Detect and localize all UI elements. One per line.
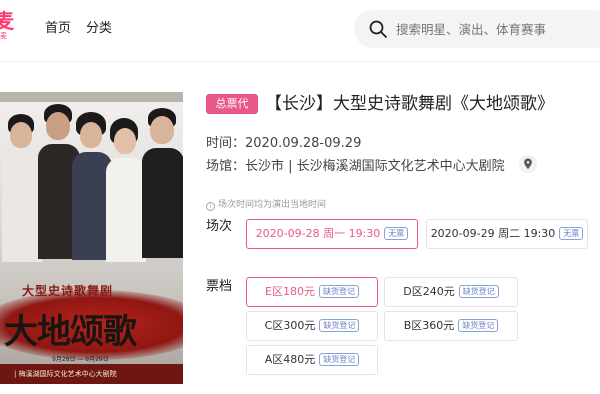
poster-subtitle: 大型史诗歌舞剧	[22, 284, 114, 298]
session-option-0928[interactable]: 2020-09-28 周一 19:30 无票	[246, 219, 418, 249]
session-option-0929[interactable]: 2020-09-29 周二 19:30 无票	[426, 219, 588, 249]
ticket-text: B区360元	[403, 319, 455, 332]
session-badge: 无票	[384, 227, 409, 240]
ticket-badge: 缺货登记	[319, 353, 360, 366]
session-text: 2020-09-28 周一 19:30	[255, 227, 381, 240]
ticket-badge: 缺货登记	[458, 319, 499, 332]
poster-venue: | 梅溪湖国际文化艺术中心大剧院	[14, 370, 117, 378]
search-icon[interactable]	[368, 19, 388, 39]
ticket-option-c[interactable]: C区300元 缺货登记	[246, 311, 378, 341]
show-venue: 场馆：长沙市 | 长沙梅溪湖国际文化艺术中心大剧院	[206, 159, 505, 174]
ticket-text: D区240元	[403, 285, 455, 298]
info-icon: i	[206, 202, 215, 211]
show-time: 时间：2020.09.28-09.29	[206, 136, 362, 151]
location-pin-icon[interactable]	[519, 155, 537, 173]
ticket-option-d[interactable]: D区240元 缺货登记	[384, 277, 518, 307]
ticket-text: E区180元	[265, 285, 315, 298]
search-input[interactable]	[396, 19, 596, 39]
ticket-label: 票档	[206, 279, 233, 294]
ticket-badge: 缺货登记	[319, 319, 360, 332]
logo-subtext: 麦	[0, 32, 7, 40]
ticket-badge: 缺货登记	[458, 285, 499, 298]
ticket-option-b[interactable]: B区360元 缺货登记	[384, 311, 518, 341]
poster-top-strip	[0, 92, 183, 102]
top-bar: 麦 麦 首页 分类	[0, 0, 600, 62]
ticket-badge: 缺货登记	[318, 285, 359, 298]
poster-dates: 9月28日 — 9月29日	[52, 356, 109, 363]
session-badge: 无票	[559, 227, 584, 240]
session-text: 2020-09-29 周二 19:30	[430, 227, 556, 240]
show-poster: 大型史诗歌舞剧 大地颂歌 9月28日 — 9月29日 | 梅溪湖国际文化艺术中心…	[0, 92, 183, 384]
agent-tag: 总票代	[206, 94, 258, 114]
show-title: 【长沙】大型史诗歌舞剧《大地颂歌》	[265, 94, 554, 114]
time-note: i 场次时间均为演出当地时间	[206, 197, 326, 211]
ticket-text: C区300元	[264, 319, 316, 332]
logo-text: 麦	[0, 10, 14, 33]
site-logo[interactable]: 麦 麦	[0, 10, 18, 40]
poster-bottom-bar: | 梅溪湖国际文化艺术中心大剧院	[0, 364, 183, 384]
search-bar[interactable]	[354, 10, 600, 48]
ticket-option-e[interactable]: E区180元 缺货登记	[246, 277, 378, 307]
time-note-text: 场次时间均为演出当地时间	[218, 200, 327, 210]
nav-category[interactable]: 分类	[86, 20, 112, 38]
nav-home[interactable]: 首页	[45, 20, 71, 38]
session-label: 场次	[206, 219, 233, 234]
ticket-text: A区480元	[264, 353, 316, 366]
ticket-option-a[interactable]: A区480元 缺货登记	[246, 345, 378, 375]
poster-main-title: 大地颂歌	[4, 312, 137, 352]
